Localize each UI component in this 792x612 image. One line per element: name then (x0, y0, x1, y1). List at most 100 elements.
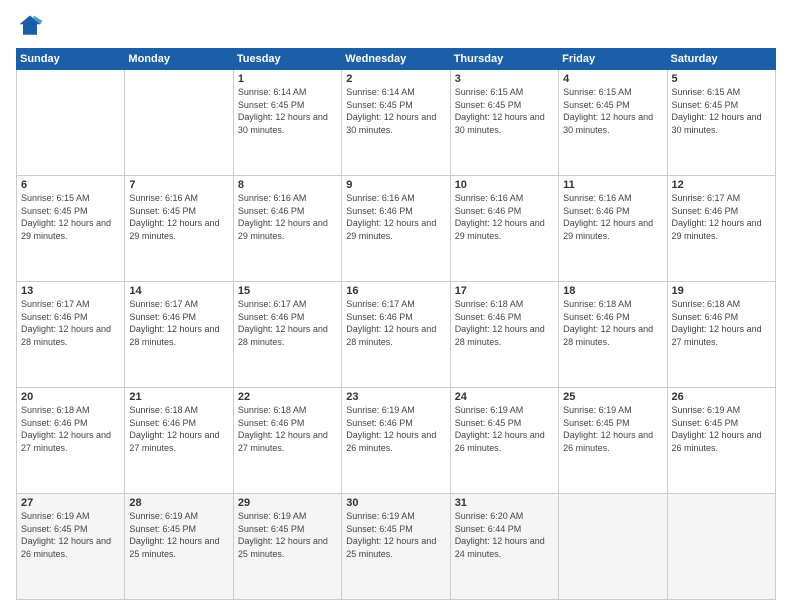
day-number: 19 (672, 285, 771, 297)
day-info: Sunrise: 6:15 AM Sunset: 6:45 PM Dayligh… (21, 192, 120, 242)
day-info: Sunrise: 6:19 AM Sunset: 6:46 PM Dayligh… (346, 404, 445, 454)
calendar-table: SundayMondayTuesdayWednesdayThursdayFrid… (16, 48, 776, 600)
calendar-week-1: 1Sunrise: 6:14 AM Sunset: 6:45 PM Daylig… (17, 70, 776, 176)
day-info: Sunrise: 6:17 AM Sunset: 6:46 PM Dayligh… (672, 192, 771, 242)
calendar-cell: 26Sunrise: 6:19 AM Sunset: 6:45 PM Dayli… (667, 388, 775, 494)
weekday-header-thursday: Thursday (450, 49, 558, 70)
weekday-header-sunday: Sunday (17, 49, 125, 70)
calendar-cell: 27Sunrise: 6:19 AM Sunset: 6:45 PM Dayli… (17, 494, 125, 600)
day-info: Sunrise: 6:18 AM Sunset: 6:46 PM Dayligh… (563, 298, 662, 348)
day-number: 17 (455, 285, 554, 297)
calendar-cell: 17Sunrise: 6:18 AM Sunset: 6:46 PM Dayli… (450, 282, 558, 388)
day-info: Sunrise: 6:19 AM Sunset: 6:45 PM Dayligh… (238, 510, 337, 560)
calendar-cell: 21Sunrise: 6:18 AM Sunset: 6:46 PM Dayli… (125, 388, 233, 494)
day-number: 3 (455, 73, 554, 85)
day-info: Sunrise: 6:15 AM Sunset: 6:45 PM Dayligh… (455, 86, 554, 136)
calendar-cell: 28Sunrise: 6:19 AM Sunset: 6:45 PM Dayli… (125, 494, 233, 600)
calendar-week-4: 20Sunrise: 6:18 AM Sunset: 6:46 PM Dayli… (17, 388, 776, 494)
calendar-week-3: 13 Sunrise: 6:17 AM Sunset: 6:46 PM Dayli… (17, 282, 776, 388)
weekday-header-tuesday: Tuesday (233, 49, 341, 70)
day-number: 2 (346, 73, 445, 85)
day-number: 13 (21, 285, 120, 297)
calendar-week-2: 6Sunrise: 6:15 AM Sunset: 6:45 PM Daylig… (17, 176, 776, 282)
weekday-header-row: SundayMondayTuesdayWednesdayThursdayFrid… (17, 49, 776, 70)
calendar-cell: 31Sunrise: 6:20 AM Sunset: 6:44 PM Dayli… (450, 494, 558, 600)
day-info: Sunrise: 6:15 AM Sunset: 6:45 PM Dayligh… (672, 86, 771, 136)
day-info: Sunrise: 6:19 AM Sunset: 6:45 PM Dayligh… (21, 510, 120, 560)
calendar-cell (17, 70, 125, 176)
day-info: Sunrise: 6:17 AM Sunset: 6:46 PM Dayligh… (129, 298, 228, 348)
calendar-cell: 1Sunrise: 6:14 AM Sunset: 6:45 PM Daylig… (233, 70, 341, 176)
calendar-week-5: 27Sunrise: 6:19 AM Sunset: 6:45 PM Dayli… (17, 494, 776, 600)
calendar-cell: 10Sunrise: 6:16 AM Sunset: 6:46 PM Dayli… (450, 176, 558, 282)
logo-icon (16, 12, 44, 40)
calendar-cell: 8Sunrise: 6:16 AM Sunset: 6:46 PM Daylig… (233, 176, 341, 282)
day-info: Sunrise: 6:18 AM Sunset: 6:46 PM Dayligh… (455, 298, 554, 348)
day-info: Sunrise: 6:18 AM Sunset: 6:46 PM Dayligh… (672, 298, 771, 348)
calendar-cell: 3Sunrise: 6:15 AM Sunset: 6:45 PM Daylig… (450, 70, 558, 176)
day-number: 11 (563, 179, 662, 191)
day-number: 23 (346, 391, 445, 403)
calendar-cell: 13Sunrise: 6:17 AM Sunset: 6:46 PM Dayli… (17, 282, 125, 388)
calendar-cell: 7Sunrise: 6:16 AM Sunset: 6:45 PM Daylig… (125, 176, 233, 282)
day-info: Sunrise: 6:18 AM Sunset: 6:46 PM Dayligh… (21, 404, 120, 454)
day-info: Sunrise: 6:17 AM Sunset: 6:46 PM Dayligh… (346, 298, 445, 348)
day-number: 25 (563, 391, 662, 403)
calendar-cell: 14Sunrise: 6:17 AM Sunset: 6:46 PM Dayli… (125, 282, 233, 388)
calendar-cell: 11Sunrise: 6:16 AM Sunset: 6:46 PM Dayli… (559, 176, 667, 282)
calendar-cell: 18Sunrise: 6:18 AM Sunset: 6:46 PM Dayli… (559, 282, 667, 388)
day-info: Sunrise: 6:19 AM Sunset: 6:45 PM Dayligh… (672, 404, 771, 454)
calendar-cell: 19Sunrise: 6:18 AM Sunset: 6:46 PM Dayli… (667, 282, 775, 388)
day-number: 1 (238, 73, 337, 85)
weekday-header-wednesday: Wednesday (342, 49, 450, 70)
calendar-cell: 25Sunrise: 6:19 AM Sunset: 6:45 PM Dayli… (559, 388, 667, 494)
logo (16, 12, 48, 40)
day-number: 21 (129, 391, 228, 403)
day-info: Sunrise: 6:18 AM Sunset: 6:46 PM Dayligh… (129, 404, 228, 454)
day-info: Sunrise: 6:16 AM Sunset: 6:46 PM Dayligh… (455, 192, 554, 242)
calendar-cell: 5Sunrise: 6:15 AM Sunset: 6:45 PM Daylig… (667, 70, 775, 176)
calendar-cell: 9Sunrise: 6:16 AM Sunset: 6:46 PM Daylig… (342, 176, 450, 282)
calendar-cell: 16Sunrise: 6:17 AM Sunset: 6:46 PM Dayli… (342, 282, 450, 388)
day-info: Sunrise: 6:19 AM Sunset: 6:45 PM Dayligh… (455, 404, 554, 454)
day-number: 4 (563, 73, 662, 85)
day-number: 12 (672, 179, 771, 191)
day-number: 29 (238, 497, 337, 509)
calendar-cell: 12Sunrise: 6:17 AM Sunset: 6:46 PM Dayli… (667, 176, 775, 282)
calendar-cell: 30Sunrise: 6:19 AM Sunset: 6:45 PM Dayli… (342, 494, 450, 600)
day-info: Sunrise: 6:20 AM Sunset: 6:44 PM Dayligh… (455, 510, 554, 560)
calendar-cell: 24Sunrise: 6:19 AM Sunset: 6:45 PM Dayli… (450, 388, 558, 494)
header (16, 12, 776, 40)
page: SundayMondayTuesdayWednesdayThursdayFrid… (0, 0, 792, 612)
day-number: 14 (129, 285, 228, 297)
day-info: Sunrise: 6:14 AM Sunset: 6:45 PM Dayligh… (238, 86, 337, 136)
calendar-cell: 2Sunrise: 6:14 AM Sunset: 6:45 PM Daylig… (342, 70, 450, 176)
day-number: 22 (238, 391, 337, 403)
day-info: Sunrise: 6:19 AM Sunset: 6:45 PM Dayligh… (346, 510, 445, 560)
day-number: 20 (21, 391, 120, 403)
day-info: Sunrise: 6:14 AM Sunset: 6:45 PM Dayligh… (346, 86, 445, 136)
day-number: 7 (129, 179, 228, 191)
day-info: Sunrise: 6:19 AM Sunset: 6:45 PM Dayligh… (563, 404, 662, 454)
weekday-header-monday: Monday (125, 49, 233, 70)
day-number: 28 (129, 497, 228, 509)
calendar-cell: 4Sunrise: 6:15 AM Sunset: 6:45 PM Daylig… (559, 70, 667, 176)
day-number: 27 (21, 497, 120, 509)
day-info: Sunrise: 6:15 AM Sunset: 6:45 PM Dayligh… (563, 86, 662, 136)
day-info: Sunrise: 6:19 AM Sunset: 6:45 PM Dayligh… (129, 510, 228, 560)
day-number: 10 (455, 179, 554, 191)
day-info: Sunrise: 6:16 AM Sunset: 6:45 PM Dayligh… (129, 192, 228, 242)
calendar-cell: 23Sunrise: 6:19 AM Sunset: 6:46 PM Dayli… (342, 388, 450, 494)
day-number: 15 (238, 285, 337, 297)
day-number: 26 (672, 391, 771, 403)
calendar-cell: 29Sunrise: 6:19 AM Sunset: 6:45 PM Dayli… (233, 494, 341, 600)
day-number: 8 (238, 179, 337, 191)
day-info: Sunrise: 6:16 AM Sunset: 6:46 PM Dayligh… (563, 192, 662, 242)
day-number: 18 (563, 285, 662, 297)
day-info: Sunrise: 6:18 AM Sunset: 6:46 PM Dayligh… (238, 404, 337, 454)
day-info: Sunrise: 6:16 AM Sunset: 6:46 PM Dayligh… (346, 192, 445, 242)
day-number: 6 (21, 179, 120, 191)
weekday-header-saturday: Saturday (667, 49, 775, 70)
calendar-cell: 15Sunrise: 6:17 AM Sunset: 6:46 PM Dayli… (233, 282, 341, 388)
day-number: 16 (346, 285, 445, 297)
